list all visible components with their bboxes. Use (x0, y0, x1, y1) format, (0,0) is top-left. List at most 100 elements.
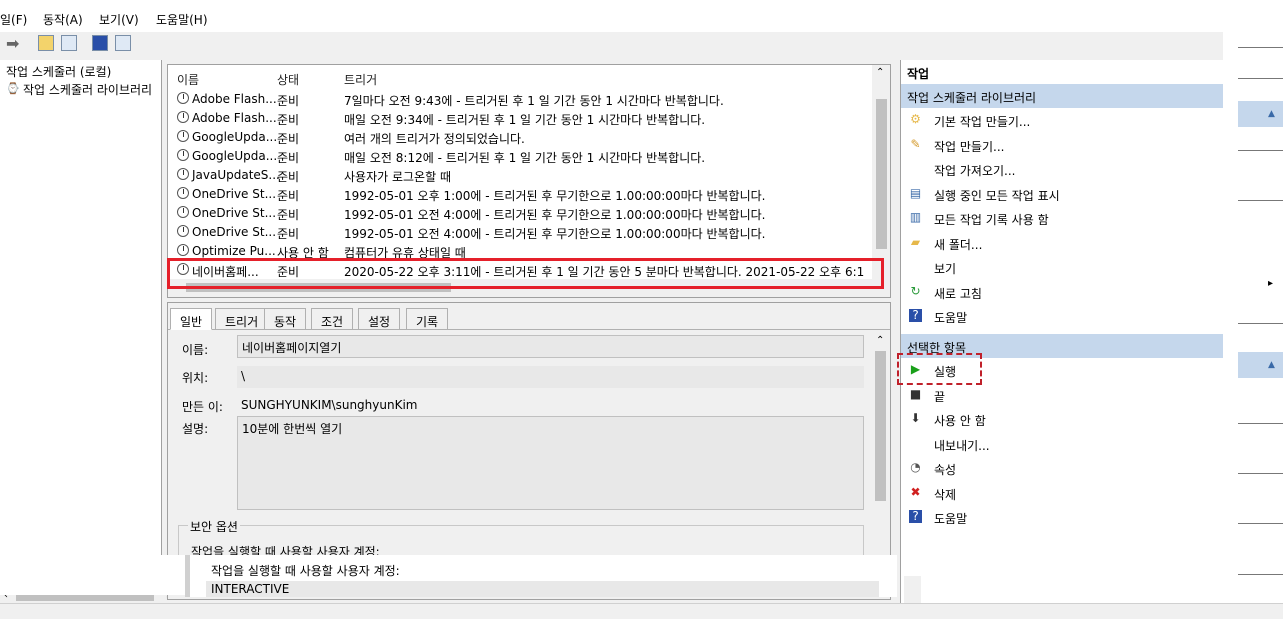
section-library[interactable]: 작업 스케줄러 라이브러리 (901, 84, 1224, 108)
action-selected-4[interactable]: ◔ 속성 (901, 456, 1224, 480)
action-library-2[interactable]: 작업 가져오기... (901, 157, 1224, 181)
action-library-7[interactable]: ↻ 새로 고침 (901, 280, 1224, 304)
action-label: 도움말 (934, 512, 968, 526)
help-icon[interactable] (92, 35, 108, 51)
action-label: 새 폴더... (934, 237, 983, 252)
task-name: Optimize Pu... (192, 244, 276, 258)
tab-settings[interactable]: 설정 (358, 308, 401, 330)
action-library-8[interactable]: ? 도움말 (901, 304, 1224, 328)
task-row[interactable]: Adobe Flash... 준비 매일 오전 9:34에 - 트리거된 후 1 일… (168, 108, 873, 127)
description-field[interactable]: 10분에 한번씩 열기 (237, 416, 864, 510)
action-library-1[interactable]: ✎ 작업 만들기... (901, 133, 1224, 157)
tab-conditions[interactable]: 조건 (311, 308, 354, 330)
action-library-3[interactable]: ▤ 실행 중인 모든 작업 표시 (901, 182, 1224, 206)
task-name: OneDrive St... (192, 187, 277, 201)
action-selected-5[interactable]: ✖ 삭제 (901, 481, 1224, 505)
task-row[interactable]: Adobe Flash... 준비 7일마다 오전 9:43에 - 트리거된 후 1… (168, 89, 873, 108)
clock-icon (177, 244, 189, 256)
task-row[interactable]: JavaUpdateS... 준비 사용자가 로그온할 때 (168, 165, 873, 184)
tree-library[interactable]: 작업 스케줄러 라이브러리 (23, 81, 152, 98)
task-row[interactable]: OneDrive St... 준비 1992-05-01 오후 1:00에 - 트리… (168, 184, 873, 203)
action-label: 끝 (934, 389, 946, 404)
clock-icon (177, 225, 189, 237)
toolbar: ➡ (0, 32, 1223, 56)
action-label: 기본 작업 만들기... (934, 115, 1031, 129)
tab-actions[interactable]: 동작 (264, 308, 307, 330)
task-row[interactable]: OneDrive St... 준비 1992-05-01 오전 4:00에 - 트리… (168, 203, 873, 222)
author-value: SUNGHYUNKIM\sunghyunKim (241, 398, 418, 412)
menu-file[interactable]: 일(F) (0, 11, 27, 28)
disable-icon: ⬇ (910, 411, 921, 425)
action-library-0[interactable]: ⚙ 기본 작업 만들기... (901, 108, 1224, 132)
overlay-blank (0, 555, 185, 595)
column-trigger[interactable]: 트리거 (344, 71, 377, 88)
clock-folder-icon: ⌚ (6, 82, 20, 95)
action-selected-2[interactable]: ⬇ 사용 안 함 (901, 407, 1224, 431)
overlay-account-panel: 작업을 실행할 때 사용할 사용자 계정: INTERACTIVE (185, 555, 897, 597)
create-basic-task-icon: ⚙ (910, 112, 921, 126)
running-tasks-icon: ▤ (909, 185, 922, 200)
task-trigger: 여러 개의 트리거가 정의되었습니다. (344, 132, 525, 146)
task-row[interactable]: GoogleUpda... 준비 여러 개의 트리거가 정의되었습니다. (168, 127, 873, 146)
clock-icon (177, 187, 189, 199)
action-library-4[interactable]: ▥ 모든 작업 기록 사용 함 (901, 206, 1224, 230)
action-label: 속성 (934, 463, 957, 477)
tab-triggers[interactable]: 트리거 (215, 308, 269, 330)
task-row[interactable]: OneDrive St... 준비 1992-05-01 오전 4:00에 - 트리… (168, 222, 873, 241)
console-tree: 작업 스케줄러 (로컬) ⌚ 작업 스케줄러 라이브러리 ‹ › (0, 60, 170, 605)
clock-icon (177, 206, 189, 218)
folder-up-icon[interactable] (38, 35, 54, 51)
task-trigger: 1992-05-01 오전 4:00에 - 트리거된 후 무기한으로 1.00:… (344, 208, 766, 222)
action-pane-icon[interactable] (115, 35, 131, 51)
menu-bar: 일(F) 동작(A) 보기(V) 도움말(H) (0, 0, 1223, 36)
location-label: 위치: (182, 371, 209, 385)
scroll-up-icon[interactable]: ⌃ (876, 67, 884, 78)
task-status: 준비 (277, 113, 300, 127)
clock-icon (177, 92, 189, 104)
tab-general[interactable]: 일반 (170, 308, 213, 330)
action-label: 도움말 (934, 311, 968, 325)
security-options-title: 보안 옵션 (188, 518, 240, 535)
task-trigger: 매일 오전 8:12에 - 트리거된 후 1 일 기간 동안 1 시간마다 반복… (344, 151, 706, 165)
location-field[interactable]: \ (237, 366, 864, 388)
menu-help[interactable]: 도움말(H) (156, 11, 208, 28)
refresh-icon: ↻ (910, 283, 921, 298)
action-selected-1[interactable]: ■ 끝 (901, 383, 1224, 407)
action-label: 새로 고침 (934, 286, 982, 301)
name-field[interactable]: 네이버홈페이지열기 (237, 335, 864, 358)
tab-history[interactable]: 기록 (406, 308, 449, 330)
action-selected-6[interactable]: ? 도움말 (901, 505, 1224, 529)
action-label: 작업 가져오기... (934, 164, 1016, 178)
show-hide-tree-icon[interactable] (61, 35, 77, 51)
clock-icon (177, 149, 189, 161)
task-status: 준비 (277, 189, 300, 203)
tree-root[interactable]: 작업 스케줄러 (로컬) (6, 63, 111, 80)
properties-icon: ◔ (910, 460, 921, 474)
menu-action[interactable]: 동작(A) (43, 11, 83, 28)
task-status: 준비 (277, 132, 300, 146)
task-trigger: 사용자가 로그온할 때 (344, 170, 451, 184)
selected-row-highlight (167, 258, 884, 289)
task-row[interactable]: GoogleUpda... 준비 매일 오전 8:12에 - 트리거된 후 1 일 … (168, 146, 873, 165)
scroll-up-icon[interactable]: ⌃ (876, 335, 884, 346)
task-status: 준비 (277, 151, 300, 165)
action-library-6[interactable]: 보기 (901, 255, 1224, 279)
scroll-thumb[interactable] (876, 99, 887, 249)
new-folder-icon: ▰ (910, 234, 921, 249)
delete-icon: ✖ (910, 484, 921, 499)
chevron-right-icon: ▸ (1268, 278, 1274, 289)
action-selected-3[interactable]: 내보내기... (901, 432, 1224, 456)
overlay-account-value[interactable]: INTERACTIVE (211, 582, 289, 596)
scroll-thumb[interactable] (875, 351, 886, 501)
description-label: 설명: (182, 422, 209, 436)
column-status[interactable]: 상태 (277, 71, 299, 88)
end-icon: ■ (909, 386, 922, 401)
action-library-5[interactable]: ▰ 새 폴더... (901, 231, 1224, 255)
actions-pane: 작업 작업 스케줄러 라이브러리 ⚙ 기본 작업 만들기... ✎ 작업 만들기...… (900, 60, 1224, 605)
create-task-icon: ✎ (910, 136, 921, 151)
column-name[interactable]: 이름 (177, 71, 199, 88)
name-label: 이름: (182, 343, 209, 357)
menu-view[interactable]: 보기(V) (99, 11, 139, 28)
bg-section-header: ▲ (1238, 101, 1283, 127)
forward-arrow-icon[interactable]: ➡ (6, 34, 19, 53)
